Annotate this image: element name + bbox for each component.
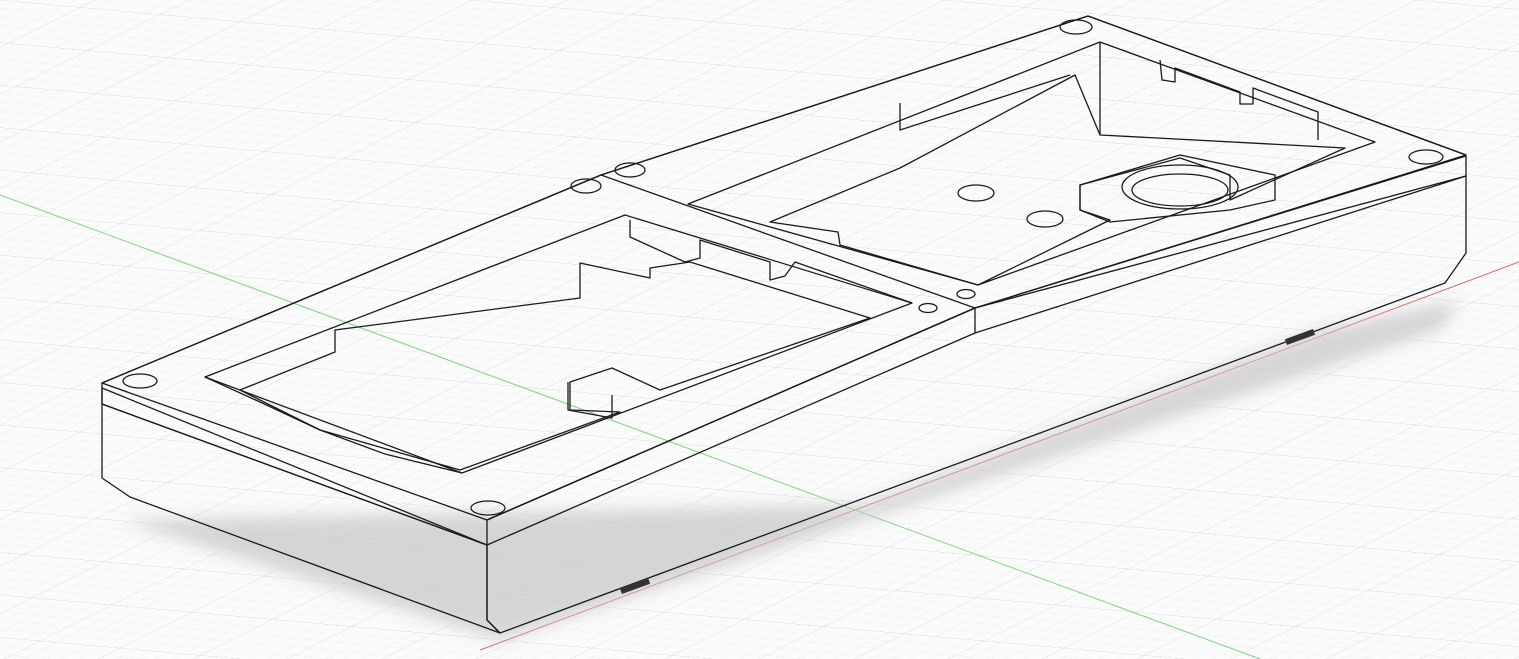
- cad-canvas[interactable]: [0, 0, 1519, 659]
- cad-viewport[interactable]: [0, 0, 1519, 659]
- ground-grid: [0, 0, 1519, 659]
